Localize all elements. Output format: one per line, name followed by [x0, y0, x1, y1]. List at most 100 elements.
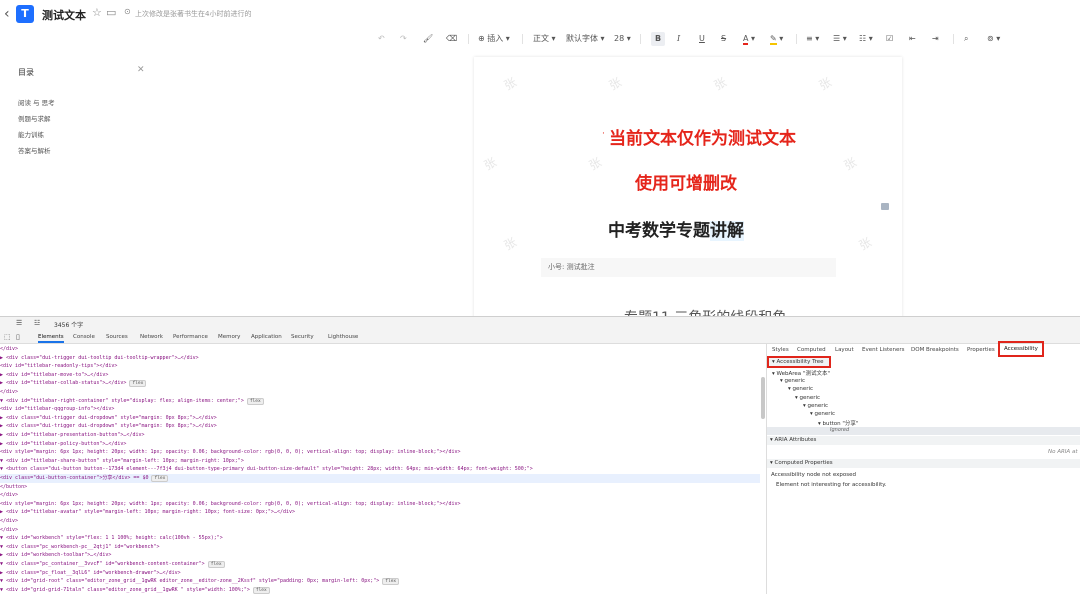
tree-node[interactable]: ▾ WebArea "测试文本": [772, 369, 830, 377]
doc-line-2[interactable]: 使用可增删改: [635, 169, 737, 194]
outline-item[interactable]: 阅读 与 思考: [18, 97, 55, 107]
tree-node[interactable]: ▾ generic: [795, 395, 820, 401]
dom-line[interactable]: </div>: [0, 388, 760, 397]
comment-note[interactable]: 小号: 测试批注: [541, 258, 836, 277]
font-size-select[interactable]: 28 ▾: [614, 32, 631, 46]
tab-lighthouse[interactable]: Lighthouse: [328, 334, 358, 340]
chevron-left-icon[interactable]: ‹: [4, 6, 10, 22]
tab-elements[interactable]: Elements: [38, 334, 64, 343]
italic-button[interactable]: I: [677, 32, 680, 46]
tab-memory[interactable]: Memory: [218, 334, 240, 340]
font-color-button[interactable]: A ▾: [743, 32, 755, 46]
tab-dom-breakpoints[interactable]: DOM Breakpoints: [911, 347, 959, 353]
dom-line[interactable]: <div style="margin: 6px 1px; height: 20p…: [0, 448, 760, 457]
insert-menu[interactable]: ⊕ 插入 ▾: [478, 32, 510, 46]
tab-sources[interactable]: Sources: [106, 334, 128, 340]
dom-line[interactable]: ▶ <div id="titlebar-policy-button">…</di…: [0, 440, 760, 449]
tab-security[interactable]: Security: [291, 334, 314, 340]
dom-line[interactable]: ▼ <div id="titlebar-share-button" style=…: [0, 457, 760, 466]
close-icon[interactable]: ✕: [137, 65, 145, 75]
computed-properties-header[interactable]: ▾ Computed Properties: [767, 459, 1080, 468]
scrollbar[interactable]: [761, 377, 765, 419]
tab-performance[interactable]: Performance: [173, 334, 208, 340]
dom-line[interactable]: <div class="dui-button-container">分享</di…: [0, 474, 760, 483]
highlight-button[interactable]: ✎ ▾: [770, 32, 783, 46]
tab-event-listeners[interactable]: Event Listeners: [862, 347, 905, 353]
dom-line[interactable]: ▶ <div class="dui-trigger dui-tooltip du…: [0, 354, 760, 363]
underline-button[interactable]: U: [699, 32, 705, 46]
flex-badge[interactable]: flex: [382, 578, 400, 586]
dom-line[interactable]: ▶ <div id="titlebar-collab-status">…</di…: [0, 379, 760, 388]
indent-decrease-icon[interactable]: ⇤: [909, 32, 916, 46]
numbered-list-icon[interactable]: ☷ ▾: [859, 32, 873, 46]
dom-line[interactable]: ▼ <button class="dui-button button--173d…: [0, 465, 760, 474]
tree-node[interactable]: ▾ button "分享": [818, 419, 858, 427]
dom-line[interactable]: ▶ <div class="dui-trigger dui-dropdown" …: [0, 422, 760, 431]
tree-node[interactable]: ▾ generic: [810, 411, 835, 417]
tab-styles[interactable]: Styles: [772, 347, 789, 353]
flex-badge[interactable]: flex: [252, 586, 270, 594]
device-toggle-icon[interactable]: ▯: [16, 333, 20, 341]
dom-line[interactable]: ▼ <div class="pc_workbench-pc__2qtj1" id…: [0, 543, 760, 552]
outline-item[interactable]: 答案与解析: [18, 145, 51, 155]
dom-line[interactable]: ▼ <div id="grid-root" class="editor_zone…: [0, 577, 760, 586]
search-icon[interactable]: ⌕: [964, 32, 968, 46]
comment-icon[interactable]: [881, 203, 889, 210]
dom-line[interactable]: ▶ <div id="titlebar-presentation-button"…: [0, 431, 760, 440]
inspect-icon[interactable]: ⬚: [4, 333, 11, 341]
document-page[interactable]: 张 张 张 张 张 张 张 张 张 · 当前文本仅作为测试文本 使用可增删改 中…: [474, 57, 902, 319]
dom-line[interactable]: ▼ <div id="grid-grid-71taln" class="edit…: [0, 586, 760, 594]
dom-line[interactable]: </div>: [0, 345, 760, 354]
outline-item[interactable]: 例题与求解: [18, 113, 51, 123]
dom-line[interactable]: ▶ <div class="dui-trigger dui-dropdown" …: [0, 414, 760, 423]
dom-line[interactable]: ▼ <div class="pc_container__3vvcF" id="w…: [0, 560, 760, 569]
dom-line[interactable]: <div id="titlebar-qqgroup-info"></div>: [0, 405, 760, 414]
dom-line[interactable]: ▶ <div id="workbench-toolbar">…</div>: [0, 551, 760, 560]
bold-button[interactable]: B: [651, 32, 665, 46]
doc-title[interactable]: 测试文本: [42, 7, 86, 23]
redo-icon[interactable]: ↷: [400, 32, 407, 46]
dom-line[interactable]: ▶ <div id="titlebar-avatar" style="margi…: [0, 508, 760, 517]
undo-icon[interactable]: ↶: [378, 32, 385, 46]
tab-properties[interactable]: Properties: [967, 347, 995, 353]
flex-badge[interactable]: flex: [129, 380, 147, 388]
tab-console[interactable]: Console: [73, 334, 95, 340]
flex-badge[interactable]: flex: [151, 475, 169, 482]
tab-layout[interactable]: Layout: [835, 347, 854, 353]
flex-badge[interactable]: flex: [246, 397, 264, 405]
flex-badge[interactable]: flex: [207, 561, 225, 568]
doc-line-1[interactable]: 当前文本仅作为测试文本: [609, 124, 796, 149]
dom-line[interactable]: ▼ <div id="workbench" style="flex: 1 1 1…: [0, 534, 760, 543]
outline-item[interactable]: 能力训练: [18, 129, 44, 139]
format-painter-icon[interactable]: 🖌: [423, 32, 433, 46]
tab-accessibility[interactable]: Accessibility: [998, 341, 1044, 357]
bullet-list-icon[interactable]: ☰ ▾: [833, 32, 847, 46]
clear-format-icon[interactable]: ⌫: [446, 32, 457, 46]
strikethrough-button[interactable]: S: [721, 32, 726, 46]
star-icon[interactable]: ☆: [92, 6, 102, 19]
align-icon[interactable]: ≡ ▾: [806, 32, 819, 46]
font-family-select[interactable]: 默认字体 ▾: [566, 32, 605, 46]
tree-node[interactable]: ▾ generic: [788, 386, 813, 392]
doc-line-3[interactable]: 中考数学专题讲解: [608, 216, 744, 241]
tab-application[interactable]: Application: [251, 334, 282, 340]
location-icon[interactable]: ⊚ ▾: [987, 32, 1000, 46]
dom-line[interactable]: ▶ <div class="pc_float__3qlL6" id="workb…: [0, 569, 760, 578]
folder-icon[interactable]: ▭: [106, 6, 116, 19]
dom-line[interactable]: </div>: [0, 517, 760, 526]
dom-line[interactable]: <div id="titlebar-readonly-tips"></div>: [0, 362, 760, 371]
tab-network[interactable]: Network: [140, 334, 163, 340]
tree-node[interactable]: ▾ generic: [803, 403, 828, 409]
aria-attributes-header[interactable]: ▾ ARIA Attributes: [767, 436, 1080, 445]
dom-line[interactable]: ▼ <div id="titlebar-right-container" sty…: [0, 397, 760, 406]
paragraph-style-select[interactable]: 正文 ▾: [533, 32, 556, 46]
dom-line[interactable]: </div>: [0, 526, 760, 535]
tree-node[interactable]: ▾ generic: [780, 378, 805, 384]
outline-toggle-icon[interactable]: ☰: [16, 319, 22, 327]
accessibility-tree-header[interactable]: ▾ Accessibility Tree: [767, 356, 831, 368]
indent-increase-icon[interactable]: ⇥: [932, 32, 939, 46]
dom-line[interactable]: ▶ <div id="titlebar-move-to">…</div>: [0, 371, 760, 380]
dom-line[interactable]: </div>: [0, 491, 760, 500]
checkbox-icon[interactable]: ☑: [886, 32, 893, 46]
dom-line[interactable]: </button>: [0, 483, 760, 492]
